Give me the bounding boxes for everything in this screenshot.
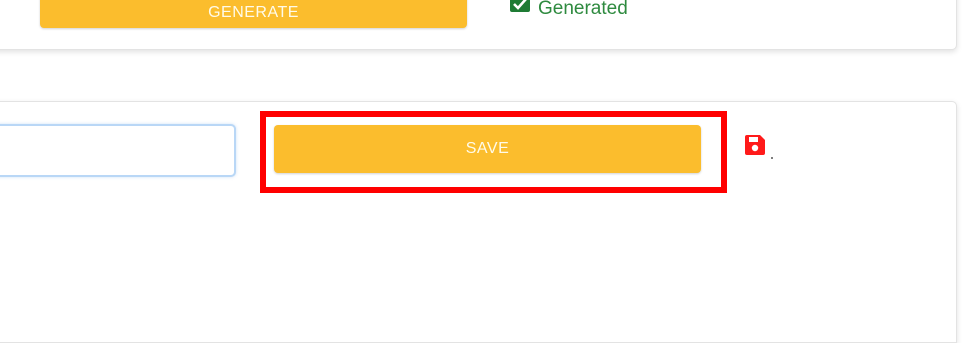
check-square-icon <box>510 0 530 12</box>
dot-marker <box>771 157 773 159</box>
save-button[interactable]: SAVE <box>274 125 701 173</box>
generate-button[interactable]: GENERATE <box>40 0 467 28</box>
name-input[interactable] <box>0 124 236 177</box>
generated-status: Generated <box>510 0 628 20</box>
status-label: Generated <box>538 0 628 19</box>
floppy-disk-icon[interactable] <box>743 133 767 162</box>
